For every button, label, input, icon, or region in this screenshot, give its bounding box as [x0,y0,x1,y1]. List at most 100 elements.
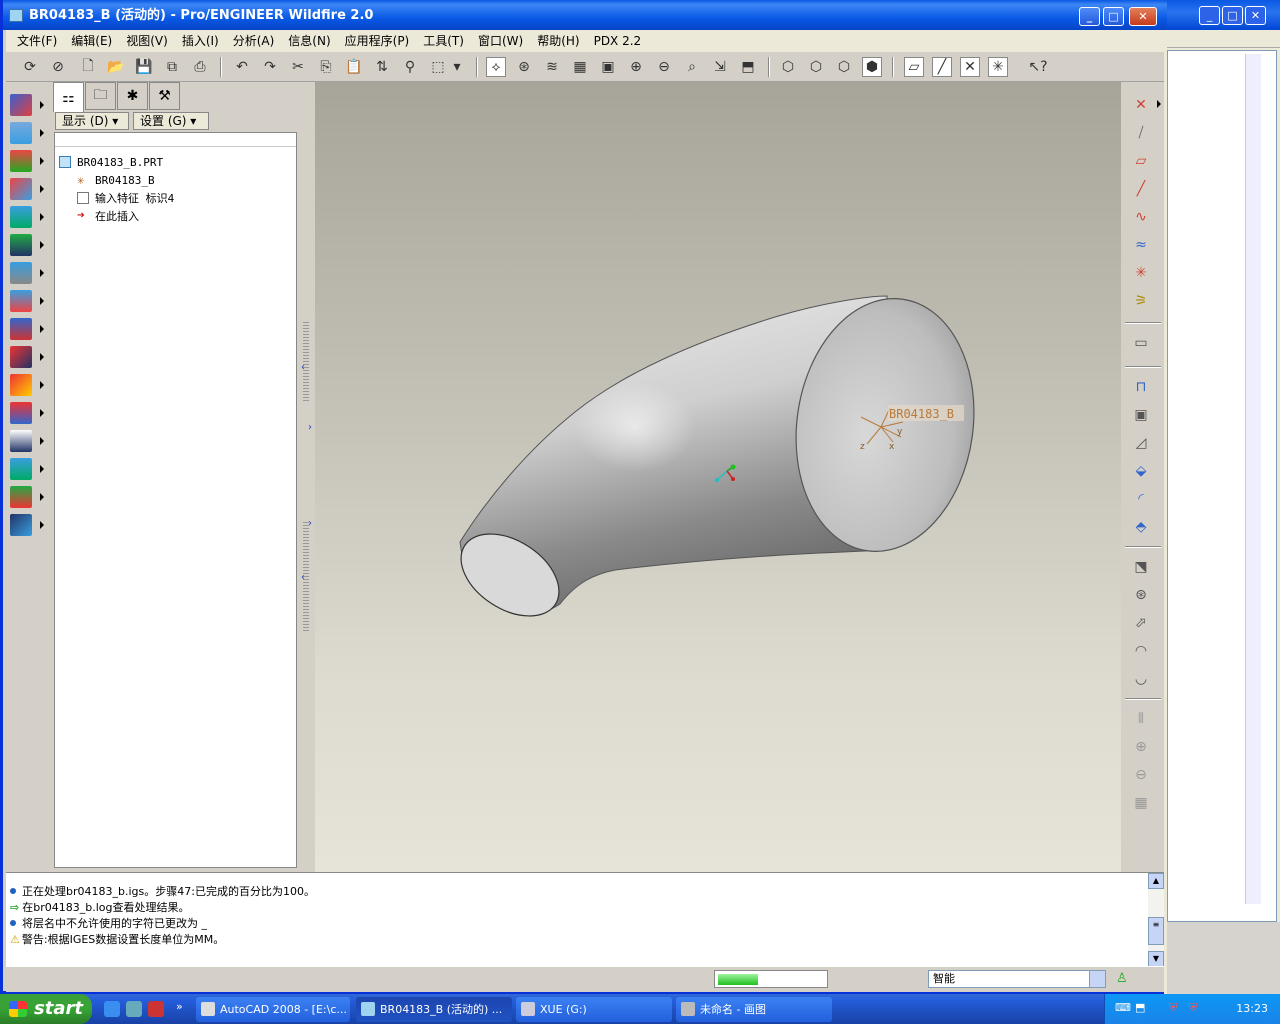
draft-icon[interactable]: ⬙ [1125,458,1157,484]
refit-icon[interactable]: ⌕ [682,57,702,77]
left-tool-5[interactable] [10,204,48,230]
context-help-icon[interactable]: ↖? [1028,57,1048,77]
collapse-arrow-icon[interactable]: ‹ [301,362,305,373]
hole-icon[interactable]: ⊓ [1125,374,1157,400]
datum-axes-display-icon[interactable]: ╱ [932,57,952,77]
trim-icon[interactable]: ⊖ [1125,762,1157,788]
task-proe[interactable]: BR04183_B (活动的) ... [356,997,512,1022]
solidworks-icon[interactable] [148,1001,164,1017]
redo-icon[interactable]: ↷ [260,57,280,77]
left-tool-15[interactable] [10,484,48,510]
left-tool-4[interactable] [10,176,48,202]
new-session-icon[interactable]: ⟳ [20,57,40,77]
show-desktop-icon[interactable] [126,1001,142,1017]
minimize-button[interactable]: _ [1079,7,1100,26]
menu-analysis[interactable]: 分析(A) [226,30,282,52]
panel-sash[interactable]: ‹ ‹ › › [299,82,313,872]
tab-favorites[interactable]: ✱ [117,82,148,110]
regenerate-icon[interactable]: ⇅ [372,57,392,77]
save-icon[interactable]: 💾 [134,57,154,77]
new-file-icon[interactable]: 🗋 [78,57,98,77]
open-folder-icon[interactable]: 📂 [106,57,126,77]
maximize-button[interactable]: □ [1103,7,1124,26]
zoom-in-icon[interactable]: ⊕ [626,57,646,77]
sweep-icon[interactable]: ⬀ [1125,610,1157,636]
left-tool-12[interactable] [10,400,48,426]
datum-points-display-icon[interactable]: ✕ [960,57,980,77]
message-scrollbar[interactable]: ▲ ≡ ▼ [1148,873,1164,967]
blend-icon[interactable]: ◠ [1125,638,1157,664]
boundary-blend-icon[interactable]: ◡ [1125,666,1157,692]
close-button[interactable]: ✕ [1129,7,1157,26]
no-hidden-icon[interactable]: ⬡ [834,57,854,77]
coordinate-systems-display-icon[interactable]: ✳ [988,57,1008,77]
round-icon[interactable]: ◜ [1125,486,1157,512]
select-box-icon[interactable]: ⬚ [428,57,448,77]
tree-item-import-feature[interactable]: 输入特征 标识4 [77,189,174,207]
antivirus-icon[interactable]: ⛨ [1189,1001,1197,1015]
save-copy-icon[interactable]: ⧉ [162,57,182,77]
layers-icon[interactable]: ≋ [542,57,562,77]
left-tool-9[interactable] [10,316,48,342]
pattern-icon[interactable]: ▦ [1125,790,1157,816]
print-icon[interactable]: ⎙ [190,57,210,77]
menu-view[interactable]: 视图(V) [119,30,175,52]
bg-minimize-button[interactable]: _ [1199,6,1220,25]
ime-icon[interactable]: ⬒ [1135,1001,1145,1014]
left-tool-6[interactable] [10,232,48,258]
datum-curve-icon[interactable]: ∿ [1125,204,1157,230]
tab-folder-browser[interactable]: 🗀 [85,82,116,110]
annotation-icon[interactable]: ▭ [1125,330,1157,356]
chevron-down-icon[interactable] [1089,971,1105,987]
settings-button[interactable]: 设置 (G) ▾ [133,112,209,130]
saved-views-icon[interactable]: ⬒ [738,57,758,77]
left-tool-16[interactable] [10,512,48,538]
show-button[interactable]: 显示 (D) ▾ [55,112,129,130]
orient-mode-icon[interactable]: ⊛ [514,57,534,77]
revolve-icon[interactable]: ⊛ [1125,582,1157,608]
title-bar[interactable]: BR04183_B (活动的) - Pro/ENGINEER Wildfire … [3,0,1167,30]
datum-planes-display-icon[interactable]: ▱ [904,57,924,77]
datum-plane-icon[interactable]: ▱ [1125,148,1157,174]
undo-icon[interactable]: ↶ [232,57,252,77]
graphics-window[interactable]: BR04183_B y z x [315,82,1121,872]
flyout-arrow-icon[interactable] [1157,100,1161,108]
mirror-icon[interactable]: ⫴ [1125,706,1157,732]
view-manager-icon[interactable]: ▦ [570,57,590,77]
menu-info[interactable]: 信息(N) [281,30,337,52]
left-tool-1[interactable] [10,92,48,118]
select-dropdown-icon[interactable]: ▾ [452,57,462,77]
bg-scrollbar[interactable] [1245,54,1261,904]
menu-edit[interactable]: 编辑(E) [64,30,119,52]
scroll-up-icon[interactable]: ▲ [1148,873,1164,889]
cut-icon[interactable]: ✂ [288,57,308,77]
zoom-out-icon[interactable]: ⊖ [654,57,674,77]
collapse-arrow-icon[interactable]: ‹ [301,572,305,583]
ie-icon[interactable] [104,1001,120,1017]
task-paint[interactable]: 未命名 - 画图 [676,997,832,1022]
find-binoculars-icon[interactable]: ⚲ [400,57,420,77]
menu-help[interactable]: 帮助(H) [530,30,586,52]
left-tool-14[interactable] [10,456,48,482]
scroll-down-icon[interactable]: ▼ [1148,951,1164,967]
menu-tools[interactable]: 工具(T) [416,30,471,52]
left-tool-10[interactable] [10,344,48,370]
model-tree-view-icon[interactable]: ▣ [598,57,618,77]
bg-maximize-button[interactable]: □ [1222,6,1243,25]
merge-icon[interactable]: ⊕ [1125,734,1157,760]
tree-item-insert-here[interactable]: ➔ 在此插入 [77,207,139,225]
menu-insert[interactable]: 插入(I) [175,30,226,52]
left-tool-11[interactable] [10,372,48,398]
shading-icon[interactable]: ⬢ [862,57,882,77]
spin-center-icon[interactable]: ⟡ [486,57,506,77]
tab-model-tree[interactable]: ⚏ [53,82,84,112]
left-tool-2[interactable] [10,120,48,146]
copy-icon[interactable]: ⎘ [316,57,336,77]
extrude-icon[interactable]: ⬔ [1125,554,1157,580]
scroll-thumb[interactable]: ≡ [1148,917,1164,945]
left-tool-8[interactable] [10,288,48,314]
datum-point-icon[interactable]: ✕ [1125,92,1157,118]
chamfer-icon[interactable]: ⬘ [1125,514,1157,540]
left-tool-7[interactable] [10,260,48,286]
left-tool-3[interactable] [10,148,48,174]
